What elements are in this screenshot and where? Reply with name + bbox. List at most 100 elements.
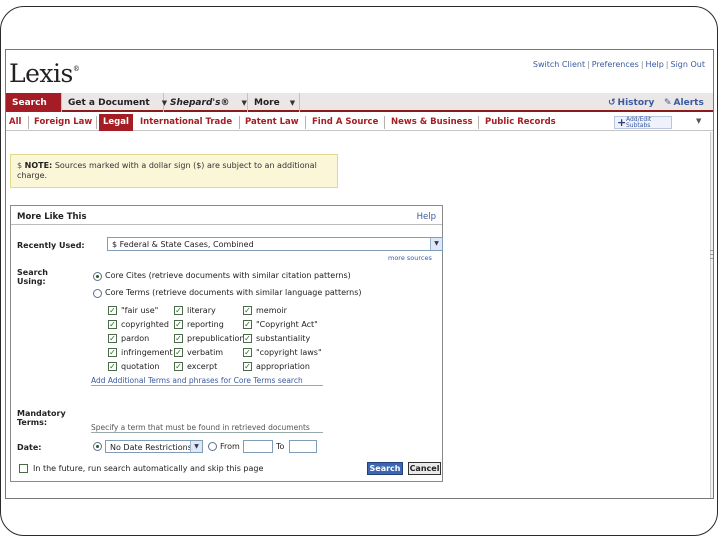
- history-link[interactable]: ↺ History: [608, 98, 654, 108]
- term-label: "copyright laws": [256, 348, 322, 357]
- add-terms-link[interactable]: Add Additional Terms and phrases for Cor…: [91, 376, 323, 386]
- alerts-link[interactable]: ✎ Alerts: [664, 98, 704, 108]
- term-checkbox[interactable]: ✓: [243, 320, 252, 329]
- term-checkbox[interactable]: ✓: [108, 306, 117, 315]
- date-select[interactable]: No Date Restrictions ▼: [105, 440, 203, 453]
- term-checkbox[interactable]: ✓: [108, 334, 117, 343]
- slide-frame: Lexis® Switch Client | Preferences | Help | Si…: [0, 6, 718, 536]
- source-charge-note: $ NOTE: Sources marked with a dollar sig…: [10, 154, 338, 188]
- recently-used-value: $ Federal & State Cases, Combined: [112, 240, 254, 249]
- term-label: "Copyright Act": [256, 320, 318, 329]
- term-label: copyrighted: [121, 320, 169, 329]
- core-terms-label: Core Terms (retrieve documents with simi…: [105, 288, 362, 297]
- subtab-public-records[interactable]: Public Records: [485, 117, 556, 127]
- tab-shepards[interactable]: Shepard's® ▼: [164, 93, 248, 112]
- auto-run-label: In the future, run search automatically …: [33, 464, 264, 473]
- main-tab-bar: Search Get a Document ▼ Shepard's® ▼ More ▼…: [6, 93, 713, 112]
- term-label: "fair use": [121, 306, 159, 315]
- add-subtab-label: Add/Edit Subtabs: [626, 116, 652, 129]
- tab-search-label: Search: [12, 98, 47, 108]
- chevron-down-icon[interactable]: ▼: [242, 99, 247, 107]
- search-using-label: Search Using:: [17, 268, 48, 286]
- search-button[interactable]: Search: [367, 462, 403, 475]
- term-checkbox[interactable]: ✓: [243, 362, 252, 371]
- history-icon: ↺: [608, 98, 616, 108]
- date-no-restriction-radio[interactable]: [93, 442, 102, 451]
- term-checkbox[interactable]: ✓: [243, 306, 252, 315]
- tab-get-a-document-label: Get a Document: [68, 98, 150, 108]
- panel-title-text: More Like This: [17, 212, 87, 222]
- mandatory-terms-input[interactable]: Specify a term that must be found in ret…: [91, 423, 323, 433]
- term-checkbox[interactable]: ✓: [174, 348, 183, 357]
- subtab-all[interactable]: All: [9, 117, 21, 127]
- term-label: pardon: [121, 334, 150, 343]
- tab-more-label: More: [254, 98, 280, 108]
- auto-run-checkbox[interactable]: [19, 464, 28, 473]
- mandatory-terms-label: Mandatory Terms:: [17, 409, 66, 427]
- history-label: History: [617, 98, 655, 108]
- term-label: verbatim: [187, 348, 224, 357]
- alerts-icon: ✎: [664, 98, 672, 108]
- core-terms-radio[interactable]: [93, 289, 102, 298]
- term-checkbox[interactable]: ✓: [174, 320, 183, 329]
- term-label: appropriation: [256, 362, 310, 371]
- term-checkbox[interactable]: ✓: [243, 348, 252, 357]
- term-checkbox[interactable]: ✓: [108, 320, 117, 329]
- chevron-down-icon[interactable]: ▼: [430, 238, 442, 250]
- browser-page: Lexis® Switch Client | Preferences | Help | Si…: [5, 49, 714, 499]
- from-date-input[interactable]: [243, 440, 273, 453]
- more-sources-link[interactable]: more sources: [388, 254, 432, 262]
- tab-more[interactable]: More ▼: [248, 93, 300, 112]
- term-checkbox[interactable]: ✓: [108, 362, 117, 371]
- tab-shepards-label: Shepard's®: [170, 98, 230, 108]
- help-link[interactable]: Help: [646, 60, 664, 69]
- subtab-patent-law[interactable]: Patent Law: [245, 117, 299, 127]
- sub-tab-bar: All Foreign Law Legal International Trad…: [6, 114, 713, 131]
- subtab-foreign-law[interactable]: Foreign Law: [34, 117, 92, 127]
- chevron-down-icon[interactable]: ▼: [190, 441, 202, 452]
- term-label: literary: [187, 306, 216, 315]
- logo-text: Lexis: [9, 59, 73, 88]
- alerts-label: Alerts: [673, 98, 704, 108]
- term-checkbox[interactable]: ✓: [243, 334, 252, 343]
- lexis-logo: Lexis®: [9, 59, 80, 88]
- to-label: To: [276, 442, 285, 451]
- date-range-radio[interactable]: [208, 442, 217, 451]
- date-select-value: No Date Restrictions: [110, 443, 192, 452]
- cancel-button[interactable]: Cancel: [408, 462, 441, 475]
- term-checkbox[interactable]: ✓: [108, 348, 117, 357]
- to-date-input[interactable]: [289, 440, 317, 453]
- top-links: Switch Client | Preferences | Help | Sign Out: [532, 60, 706, 69]
- term-label: infringement: [121, 348, 173, 357]
- term-checkbox[interactable]: ✓: [174, 362, 183, 371]
- recently-used-select[interactable]: $ Federal & State Cases, Combined ▼: [107, 237, 443, 251]
- tab-search[interactable]: Search: [6, 93, 62, 112]
- chevron-down-icon[interactable]: ▼: [696, 117, 701, 125]
- preferences-link[interactable]: Preferences: [592, 60, 639, 69]
- term-label: memoir: [256, 306, 287, 315]
- switch-client-link[interactable]: Switch Client: [533, 60, 585, 69]
- vertical-scrollbar[interactable]: [710, 132, 713, 498]
- core-cites-radio[interactable]: [93, 272, 102, 281]
- add-subtab-button[interactable]: + Add/Edit Subtabs: [614, 116, 672, 129]
- chevron-down-icon[interactable]: ▼: [290, 99, 295, 107]
- panel-help-link[interactable]: Help: [417, 212, 436, 222]
- note-text: Sources marked with a dollar sign ($) ar…: [17, 161, 317, 180]
- dollar-icon: $: [17, 161, 23, 170]
- subtab-legal[interactable]: Legal: [99, 114, 133, 131]
- date-label: Date:: [17, 443, 42, 452]
- subtab-find-a-source[interactable]: Find A Source: [312, 117, 378, 127]
- note-label: NOTE:: [24, 161, 53, 170]
- subtab-news-business[interactable]: News & Business: [391, 117, 473, 127]
- recently-used-label: Recently Used:: [17, 241, 85, 250]
- term-checkbox[interactable]: ✓: [174, 306, 183, 315]
- panel-title: More Like This Help: [11, 206, 442, 225]
- sign-out-link[interactable]: Sign Out: [671, 60, 706, 69]
- term-label: reporting: [187, 320, 224, 329]
- plus-icon: +: [617, 116, 627, 129]
- logo-mark: ®: [72, 65, 80, 73]
- tab-get-a-document[interactable]: Get a Document ▼: [62, 93, 167, 112]
- term-label: substantiality: [256, 334, 311, 343]
- term-checkbox[interactable]: ✓: [174, 334, 183, 343]
- subtab-international-trade[interactable]: International Trade: [140, 117, 232, 127]
